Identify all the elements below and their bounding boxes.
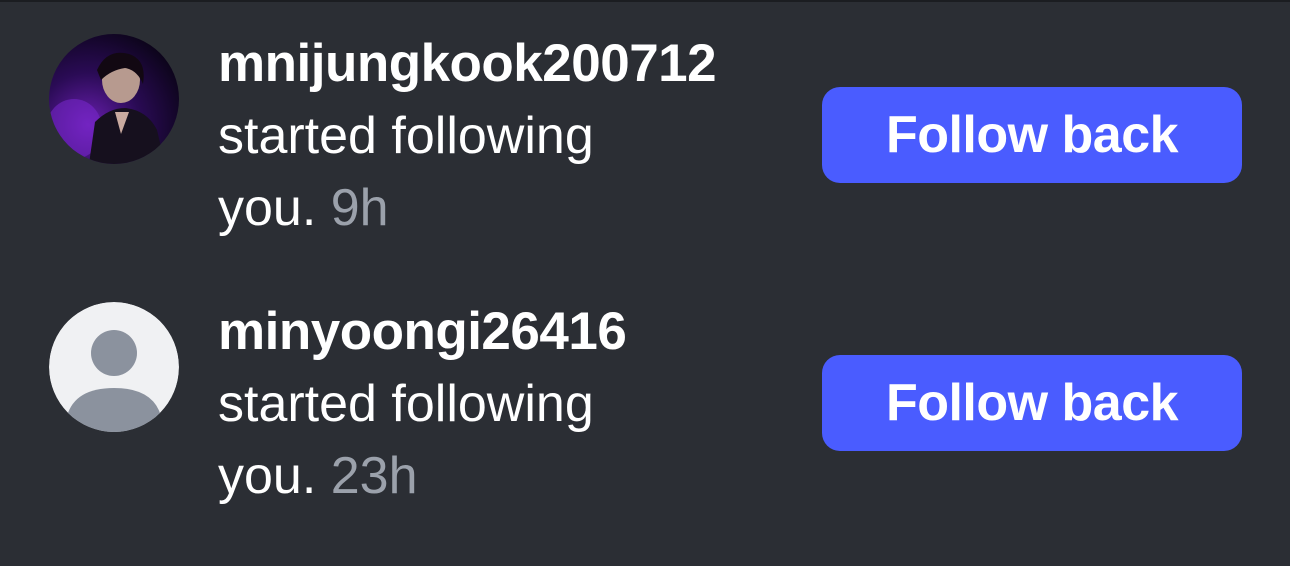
action-text: started following you.: [218, 107, 594, 237]
timestamp: 9h: [330, 179, 389, 237]
notification-item[interactable]: mnijungkook200712 started following you.…: [0, 28, 1290, 258]
timestamp: 23h: [330, 447, 418, 505]
top-divider: [0, 0, 1290, 2]
avatar[interactable]: [49, 34, 179, 164]
follow-back-button[interactable]: Follow back: [822, 87, 1242, 183]
notification-text: minyoongi26416 started following you. 23…: [218, 296, 788, 512]
profile-photo-icon: [49, 34, 179, 164]
follow-back-button[interactable]: Follow back: [822, 355, 1242, 451]
avatar[interactable]: [49, 302, 179, 432]
notification-text: mnijungkook200712 started following you.…: [218, 28, 788, 244]
username[interactable]: mnijungkook200712: [218, 28, 788, 100]
notification-message: started following you. 23h: [218, 368, 688, 512]
notification-item[interactable]: minyoongi26416 started following you. 23…: [0, 296, 1290, 526]
username[interactable]: minyoongi26416: [218, 296, 788, 368]
notification-message: started following you. 9h: [218, 100, 688, 244]
default-user-icon: [49, 302, 179, 432]
